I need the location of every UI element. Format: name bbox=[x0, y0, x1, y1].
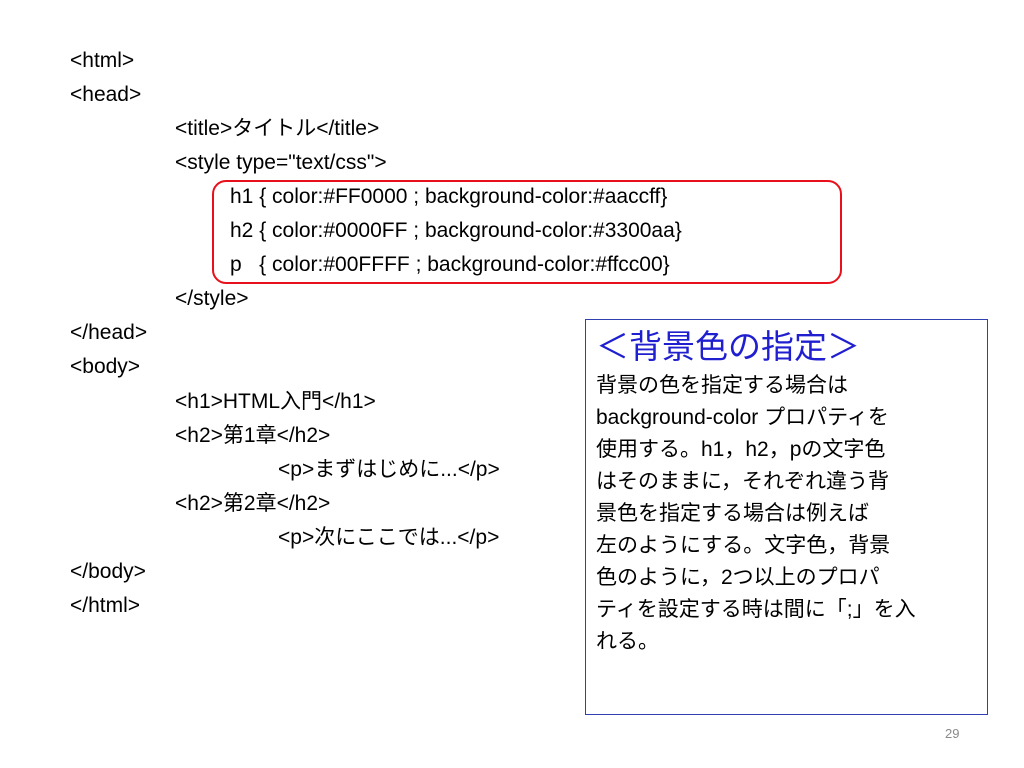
code-line: </body> bbox=[70, 560, 146, 583]
code-line: <html> bbox=[70, 49, 135, 72]
note-line: 色のように，2つ以上のプロパ bbox=[596, 566, 880, 589]
note-line: 左のようにする。文字色，背景 bbox=[596, 534, 891, 557]
code-line: <p>まずはじめに...</p> bbox=[278, 458, 500, 481]
code-line: <style type="text/css"> bbox=[175, 151, 387, 174]
note-line: はそのままに，それぞれ違う背 bbox=[596, 470, 889, 493]
code-line: </html> bbox=[70, 594, 141, 617]
note-line: 景色を指定する場合は例えば bbox=[596, 502, 869, 525]
note-line: 使用する。h1，h2，pの文字色 bbox=[596, 438, 886, 461]
code-line: <body> bbox=[70, 355, 141, 378]
code-line: <h1>HTML入門</h1> bbox=[175, 390, 376, 413]
note-line: ティを設定する時は間に「;」を入 bbox=[596, 598, 916, 621]
note-line: 背景の色を指定する場合は bbox=[596, 374, 848, 397]
note-line: れる。 bbox=[596, 630, 659, 653]
note-line: background-color プロパティを bbox=[596, 406, 889, 429]
note-title: ＜背景色の指定＞ bbox=[596, 328, 860, 365]
code-line: <h2>第1章</h2> bbox=[175, 424, 331, 447]
code-line: <head> bbox=[70, 83, 142, 106]
code-line: <p>次にここでは...</p> bbox=[278, 526, 500, 549]
code-line: </style> bbox=[175, 287, 249, 310]
note-box: ＜背景色の指定＞ 背景の色を指定する場合は background-color プ… bbox=[585, 319, 988, 715]
code-line: </head> bbox=[70, 321, 148, 344]
note-body: 背景の色を指定する場合は background-color プロパティを 使用す… bbox=[596, 370, 977, 658]
page-number: 29 bbox=[945, 726, 960, 741]
css-rules-highlight bbox=[212, 180, 842, 284]
code-line: <title>タイトル</title> bbox=[175, 117, 380, 140]
code-line: <h2>第2章</h2> bbox=[175, 492, 331, 515]
